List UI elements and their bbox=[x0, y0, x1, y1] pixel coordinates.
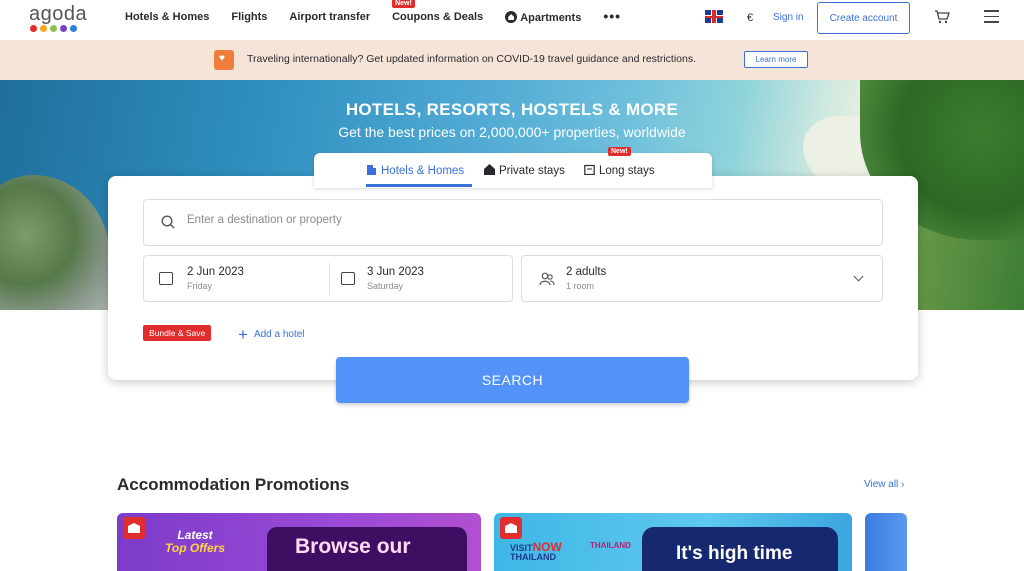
calendar-checkout-icon bbox=[341, 272, 355, 285]
hero-title: HOTELS, RESORTS, HOSTELS & MORE bbox=[345, 100, 679, 119]
bundle-save-badge: Bundle & Save bbox=[143, 325, 212, 341]
banner-text: Traveling internationally? Get updated i… bbox=[247, 53, 697, 65]
add-hotel-link[interactable]: + Add a hotel bbox=[238, 325, 305, 345]
chevron-down-icon bbox=[853, 271, 864, 282]
guests-icon bbox=[539, 272, 555, 286]
learn-more-button[interactable]: Learn more bbox=[744, 51, 808, 68]
search-button[interactable]: SEARCH bbox=[336, 357, 689, 403]
promo-card[interactable] bbox=[865, 513, 907, 571]
promo-headline: It's high time bbox=[676, 543, 793, 564]
plus-icon: + bbox=[238, 325, 248, 344]
guests-value: 2 adults bbox=[566, 266, 607, 278]
main-nav: Hotels & Homes Flights Airport transfer … bbox=[125, 0, 643, 24]
active-tab-indicator bbox=[366, 184, 472, 187]
nav-hotels-homes[interactable]: Hotels & Homes bbox=[125, 11, 209, 24]
nav-coupons-deals[interactable]: New! Coupons & Deals bbox=[392, 0, 483, 24]
currency-selector[interactable]: € bbox=[747, 12, 753, 24]
rooms-value: 1 room bbox=[566, 281, 595, 291]
new-badge: New! bbox=[392, 0, 415, 8]
search-tabs: Hotels & Homes Private stays Long stays bbox=[314, 153, 712, 188]
calendar-checkin-icon bbox=[159, 272, 173, 285]
occupancy-selector[interactable]: 2 adults 1 room bbox=[521, 255, 883, 302]
calendar-icon bbox=[584, 164, 595, 175]
logo-dots bbox=[30, 25, 87, 32]
cart-icon[interactable] bbox=[934, 10, 950, 24]
house-icon bbox=[484, 164, 495, 175]
checkout-date-value: 3 Jun 2023 bbox=[367, 266, 424, 278]
hamburger-menu-icon[interactable] bbox=[984, 10, 999, 24]
tab-private-stays[interactable]: Private stays bbox=[484, 164, 565, 177]
promo-card[interactable]: Latest Top Offers Browse our bbox=[117, 513, 481, 571]
search-icon bbox=[161, 215, 175, 229]
latest-offers-label: Latest Top Offers bbox=[165, 528, 226, 555]
agoda-logo[interactable]: agoda bbox=[29, 3, 88, 32]
nav-flights[interactable]: Flights bbox=[231, 11, 267, 24]
checkin-date-value: 2 Jun 2023 bbox=[187, 266, 244, 278]
hotel-icon bbox=[367, 165, 376, 175]
promotions-title: Accommodation Promotions bbox=[117, 475, 350, 494]
nav-airport-transfer[interactable]: Airport transfer bbox=[289, 11, 370, 24]
sign-in-link[interactable]: Sign in bbox=[773, 12, 804, 23]
tab-long-stays[interactable]: Long stays bbox=[584, 164, 655, 177]
top-header: agoda Hotels & Homes Flights Airport tra… bbox=[0, 0, 1024, 40]
visit-thailand-logo: VISITNOW THAILAND bbox=[510, 540, 562, 562]
date-picker[interactable]: 2 Jun 2023 Friday 3 Jun 2023 Saturday bbox=[143, 255, 513, 302]
apartment-icon bbox=[505, 11, 518, 23]
checkout-date[interactable]: 3 Jun 2023 Saturday bbox=[329, 263, 513, 295]
destination-input[interactable] bbox=[187, 214, 687, 226]
covid-banner: Traveling internationally? Get updated i… bbox=[0, 40, 1024, 80]
destination-field[interactable] bbox=[143, 199, 883, 246]
more-menu-icon[interactable]: ••• bbox=[603, 9, 621, 24]
hotel-badge-icon bbox=[123, 517, 145, 539]
checkin-date[interactable]: 2 Jun 2023 Friday bbox=[144, 256, 328, 301]
checkout-day: Saturday bbox=[367, 281, 404, 291]
hotel-badge-icon bbox=[500, 517, 522, 539]
tab-hotels-homes[interactable]: Hotels & Homes bbox=[366, 164, 464, 177]
promo-card[interactable]: VISITNOW THAILAND THAILAND It's high tim… bbox=[494, 513, 852, 571]
promo-headline: Browse our bbox=[295, 535, 411, 558]
logo-text: agoda bbox=[29, 3, 88, 25]
checkin-day: Friday bbox=[187, 281, 213, 291]
amazing-thailand-logo: THAILAND bbox=[590, 541, 631, 550]
create-account-button[interactable]: Create account bbox=[817, 2, 910, 34]
nav-apartments[interactable]: Apartments bbox=[505, 11, 581, 24]
uk-flag-icon[interactable] bbox=[705, 10, 723, 23]
view-all-link[interactable]: View all › bbox=[864, 479, 904, 490]
travel-bag-icon bbox=[214, 50, 234, 70]
hero-subtitle: Get the best prices on 2,000,000+ proper… bbox=[338, 124, 686, 140]
long-stays-new-badge: New! bbox=[608, 147, 631, 156]
